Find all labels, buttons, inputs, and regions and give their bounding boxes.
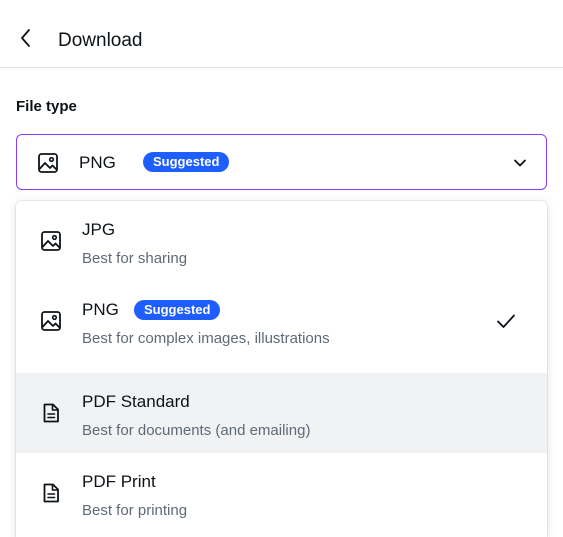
option-description: Best for printing [82, 502, 188, 519]
back-button[interactable] [14, 26, 38, 50]
option-title: PDF Print [82, 472, 156, 491]
option-png[interactable]: PNG Suggested Best for complex images, i… [16, 281, 547, 361]
chevron-left-icon [21, 29, 30, 47]
option-title: JPG [82, 220, 116, 239]
document-icon [43, 483, 59, 503]
option-description: Best for complex images, illustrations [82, 330, 330, 347]
page-title: Download [58, 30, 143, 51]
option-description: Best for sharing [82, 250, 188, 267]
download-header: Download [0, 0, 563, 68]
selected-file-type: PNG [79, 153, 116, 172]
option-pdf-standard[interactable]: PDF Standard Best for documents (and ema… [16, 373, 547, 453]
option-title: PDF Standard [82, 392, 190, 411]
checkmark-icon [497, 314, 515, 328]
chevron-down-icon [514, 159, 526, 167]
image-icon [41, 311, 61, 331]
option-description: Best for documents (and emailing) [82, 422, 311, 439]
file-type-label: File type [16, 98, 77, 115]
option-jpg[interactable]: JPG Best for sharing [16, 201, 547, 281]
option-pdf-print[interactable]: PDF Print Best for printing [16, 453, 547, 533]
image-icon [41, 231, 61, 251]
image-icon [38, 153, 58, 173]
option-title: PNG [82, 300, 119, 319]
suggested-badge: Suggested [134, 300, 221, 320]
file-type-select[interactable]: PNG Suggested [16, 134, 547, 190]
document-icon [43, 403, 59, 423]
suggested-badge: Suggested [143, 152, 230, 172]
file-type-menu: JPG Best for sharing PNG Suggested Best … [16, 201, 547, 537]
